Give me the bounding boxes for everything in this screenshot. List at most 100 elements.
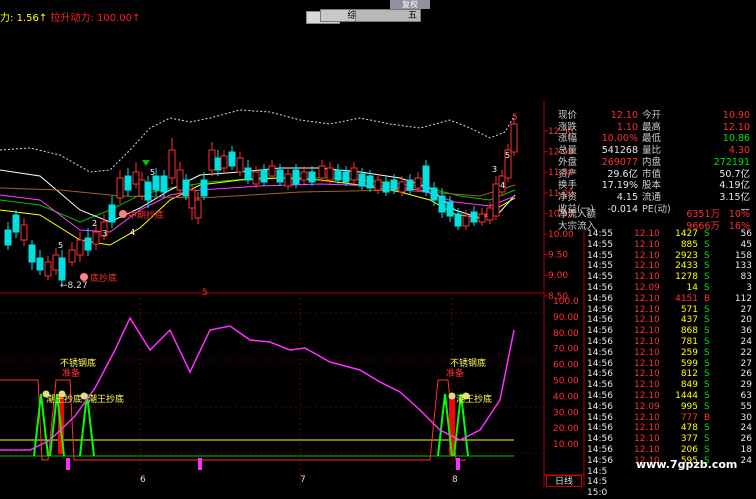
low-price-label: ←8.27 <box>60 281 88 291</box>
quote-value: 4.15 <box>616 191 638 203</box>
quote-label: 最低 <box>642 133 662 145</box>
candle-body <box>470 211 478 223</box>
wave-count-label: 5 <box>150 168 155 177</box>
trade-row[interactable]: 14:56 12.10 599 S 27 <box>586 359 756 370</box>
trade-count: 112 <box>734 293 752 304</box>
wave-count-label: 4 <box>130 228 135 237</box>
trade-row[interactable]: 14:56 12.10 437 S 20 <box>586 315 756 326</box>
trade-count: 29 <box>740 380 752 391</box>
indicator-magenta-curve <box>0 316 515 451</box>
volume-tick <box>198 458 202 470</box>
trade-volume: 781 <box>680 337 698 347</box>
trade-row[interactable]: 14:56 12.10 206 S 18 <box>586 445 756 456</box>
wave-count-label: 5 <box>58 241 63 250</box>
quote-label: 资产 <box>558 168 578 180</box>
trade-time: 14:55 <box>587 261 613 272</box>
trade-row[interactable]: 14:56 12.09 995 S 55 <box>586 402 756 413</box>
trade-flag: S <box>704 261 710 272</box>
trade-volume: 4151 <box>675 293 698 304</box>
trade-row[interactable]: 14:56 12.10 849 S 29 <box>586 380 756 391</box>
trade-flag: S <box>704 283 710 293</box>
indicator-tick-label: 50.00 <box>553 377 579 387</box>
candle-body <box>116 177 124 199</box>
trade-time: 14:56 <box>587 455 613 466</box>
period-daily-button[interactable]: 日线 <box>546 475 582 487</box>
candle-body <box>446 201 454 217</box>
trade-row[interactable]: 14:56 12.10 812 S 26 <box>586 369 756 380</box>
candle-body <box>486 207 494 221</box>
quote-value: 1.10 <box>616 121 638 133</box>
upper-band <box>0 109 516 173</box>
quote-value: 541268 <box>601 145 638 157</box>
trade-volume: 206 <box>680 445 698 455</box>
quote-value: 4.30 <box>728 145 750 157</box>
candle-body <box>510 123 518 153</box>
trade-price: 12.09 <box>634 283 660 293</box>
candle-body <box>176 169 184 191</box>
trade-row[interactable]: 14:56 12.09 14 S 3 <box>586 283 756 294</box>
trade-row[interactable]: 14:56 12.10 781 S 24 <box>586 337 756 348</box>
trade-row[interactable]: 14:56 12.10 571 S 27 <box>586 305 756 316</box>
trade-price: 12.10 <box>634 347 660 358</box>
quote-row: 涨跌 1.10 最高 12.10 <box>556 122 756 134</box>
quote-value: 3.15亿 <box>719 191 750 203</box>
trade-count: 133 <box>734 261 752 272</box>
trade-time: 14:56 <box>587 293 613 304</box>
trade-row[interactable]: 14:56 12.10 868 S 36 <box>586 326 756 337</box>
trade-row[interactable]: 14:55 12.10 1278 S 83 <box>586 272 756 283</box>
candle-body <box>390 179 398 191</box>
trade-price: 12.10 <box>634 358 660 369</box>
trade-flag: S <box>704 347 710 358</box>
trade-row[interactable]: 14:56 12.10 259 S 22 <box>586 348 756 359</box>
quote-label: 涨跌 <box>558 121 578 133</box>
trade-time: 14:56 <box>587 445 613 455</box>
indicator-tick-label: 80.00 <box>553 329 579 339</box>
candle-body <box>308 171 316 183</box>
trade-time: 14:55 <box>587 250 613 261</box>
trade-flag: S <box>704 326 710 337</box>
trade-flag: S <box>704 401 710 412</box>
trade-row[interactable]: 14:56 12.10 478 S 24 <box>586 423 756 434</box>
trade-price: 12.09 <box>634 401 660 412</box>
quote-label: 总量 <box>558 145 578 157</box>
quote-label: 最高 <box>642 121 662 133</box>
indicator-tick-label: 60.00 <box>553 361 579 371</box>
candle-body <box>36 257 44 271</box>
trade-row[interactable]: 14:55 12.10 2433 S 133 <box>586 261 756 272</box>
price-tick-label: 9.00 <box>548 271 568 281</box>
candle-body <box>382 181 390 193</box>
candle-body <box>214 157 222 171</box>
trade-time: 14:56 <box>587 337 613 347</box>
trade-price: 12.10 <box>634 304 660 315</box>
trade-price: 12.10 <box>634 337 660 347</box>
trade-row[interactable]: 14:56 12.10 377 S 26 <box>586 434 756 445</box>
trade-price: 12.10 <box>634 250 660 261</box>
trade-row[interactable]: 14:55 12.10 885 S 45 <box>586 240 756 251</box>
trade-time: 14:5 <box>587 466 608 477</box>
trade-price: 12.10 <box>634 326 660 337</box>
trade-flag: S <box>704 358 710 369</box>
trade-flag: B <box>704 293 711 304</box>
trade-row[interactable]: 14:55 12.10 1427 S 56 <box>586 229 756 240</box>
trade-row[interactable]: 14:56 12.10 777 B 30 <box>586 413 756 424</box>
trade-count: 26 <box>740 434 752 445</box>
trade-count: 27 <box>740 304 752 315</box>
trade-price: 12.10 <box>634 272 660 283</box>
candle-body <box>374 179 382 191</box>
signal-label: 不锈钢底 <box>450 357 486 369</box>
trade-row[interactable]: 14:56 12.10 4151 B 112 <box>586 294 756 305</box>
wave-count-label: 2 <box>92 219 97 228</box>
signal-label: 潮王抄底 <box>46 393 82 405</box>
down-arrow-marker <box>142 160 150 166</box>
candle-body <box>188 189 196 209</box>
trade-flag: S <box>704 434 710 445</box>
trade-row[interactable]: 14:55 12.10 2923 S 158 <box>586 251 756 262</box>
indicator-tick-label: 30.00 <box>553 408 579 418</box>
quote-value: 12.10 <box>722 121 750 133</box>
wave-count-label: 3 <box>492 165 497 174</box>
trade-row[interactable]: 15:0 <box>586 488 756 499</box>
indicator-tick-label: 40.00 <box>553 392 579 402</box>
candle-body <box>300 171 308 181</box>
trade-volume: 812 <box>680 369 698 380</box>
trade-row[interactable]: 14:56 12.10 1444 S 63 <box>586 391 756 402</box>
